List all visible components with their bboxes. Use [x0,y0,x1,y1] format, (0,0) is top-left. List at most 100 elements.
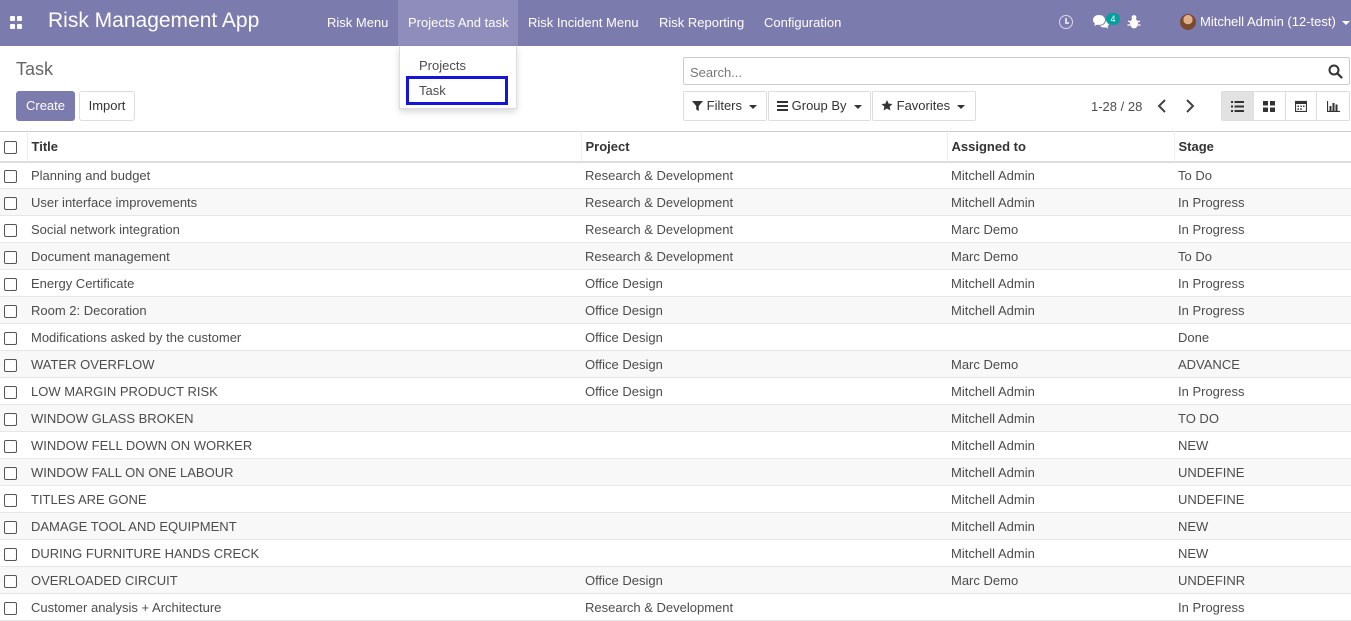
cell-title[interactable]: OVERLOADED CIRCUIT [27,566,581,594]
cell-stage[interactable]: To Do [1174,161,1351,189]
cell-title[interactable]: WATER OVERFLOW [27,350,581,378]
cell-title[interactable]: Planning and budget [27,161,581,189]
row-select-cell[interactable] [0,296,27,324]
user-caret-icon[interactable] [1342,21,1350,25]
cell-stage[interactable]: In Progress [1174,377,1351,405]
cell-project[interactable]: Research & Development [581,161,947,189]
cell-title[interactable]: Customer analysis + Architecture [27,593,581,621]
row-select-cell[interactable] [0,431,27,459]
table-row[interactable]: WINDOW FELL DOWN ON WORKER Mitchell Admin… [0,431,1351,459]
table-row[interactable]: Energy Certificate Office Design Mitchell … [0,269,1351,297]
cell-project[interactable]: Office Design [581,350,947,378]
cell-project[interactable] [581,512,947,540]
row-select-cell[interactable] [0,593,27,621]
cell-stage[interactable]: UNDEFINE [1174,485,1351,513]
cell-title[interactable]: User interface improvements [27,188,581,216]
cell-title[interactable]: Modifications asked by the customer [27,323,581,351]
apps-menu-icon[interactable] [10,16,23,29]
cell-title[interactable]: Document management [27,242,581,270]
menu-risk-menu[interactable]: Risk Menu [317,0,398,46]
cell-title[interactable]: DURING FURNITURE HANDS CRECK [27,539,581,567]
pager-next-icon[interactable] [1185,99,1195,113]
cell-title[interactable]: Social network integration [27,215,581,243]
row-checkbox[interactable] [4,223,17,237]
cell-assigned-to[interactable] [947,593,1174,621]
table-row[interactable]: Room 2: Decoration Office Design Mitchell … [0,296,1351,324]
cell-stage[interactable]: TO DO [1174,404,1351,432]
cell-assigned-to[interactable]: Marc Demo [947,242,1174,270]
cell-stage[interactable]: In Progress [1174,593,1351,621]
row-checkbox[interactable] [4,601,17,615]
list-view-button[interactable] [1222,92,1254,120]
cell-stage[interactable]: NEW [1174,539,1351,567]
column-header-stage[interactable]: Stage [1174,131,1351,163]
cell-assigned-to[interactable]: Marc Demo [947,215,1174,243]
row-checkbox[interactable] [4,439,17,453]
cell-project[interactable]: Research & Development [581,215,947,243]
cell-assigned-to[interactable]: Mitchell Admin [947,296,1174,324]
cell-stage[interactable]: In Progress [1174,215,1351,243]
row-select-cell[interactable] [0,269,27,297]
table-row[interactable]: Customer analysis + Architecture Research… [0,593,1351,621]
table-row[interactable]: WINDOW GLASS BROKEN Mitchell Admin TO DO [0,404,1351,432]
row-checkbox[interactable] [4,169,17,183]
cell-stage[interactable]: Done [1174,323,1351,351]
cell-stage[interactable]: UNDEFINE [1174,458,1351,486]
debug-bug-icon[interactable] [1127,14,1141,30]
row-checkbox[interactable] [4,520,17,534]
row-select-cell[interactable] [0,458,27,486]
cell-title[interactable]: LOW MARGIN PRODUCT RISK [27,377,581,405]
row-checkbox[interactable] [4,493,17,507]
row-checkbox[interactable] [4,277,17,291]
search-icon[interactable] [1328,64,1343,79]
select-all-cell[interactable] [0,131,28,163]
row-select-cell[interactable] [0,404,27,432]
row-checkbox[interactable] [4,196,17,210]
row-checkbox[interactable] [4,358,17,372]
cell-project[interactable]: Research & Development [581,593,947,621]
cell-stage[interactable]: NEW [1174,431,1351,459]
select-all-checkbox[interactable] [4,140,17,154]
graph-view-button[interactable] [1317,92,1349,120]
row-checkbox[interactable] [4,466,17,480]
table-row[interactable]: Modifications asked by the customer Offic… [0,323,1351,351]
row-select-cell[interactable] [0,323,27,351]
row-select-cell[interactable] [0,242,27,270]
cell-assigned-to[interactable]: Mitchell Admin [947,512,1174,540]
cell-assigned-to[interactable]: Marc Demo [947,350,1174,378]
row-select-cell[interactable] [0,566,27,594]
cell-stage[interactable]: In Progress [1174,296,1351,324]
table-row[interactable]: WINDOW FALL ON ONE LABOUR Mitchell Admin U… [0,458,1351,486]
cell-assigned-to[interactable]: Mitchell Admin [947,188,1174,216]
cell-title[interactable]: Energy Certificate [27,269,581,297]
activity-clock-icon[interactable] [1059,15,1073,29]
row-checkbox[interactable] [4,304,17,318]
cell-assigned-to[interactable]: Marc Demo [947,566,1174,594]
favorites-button[interactable]: Favorites [872,91,976,121]
menu-projects-and-task[interactable]: Projects And task [398,0,519,46]
cell-title[interactable]: Room 2: Decoration [27,296,581,324]
table-row[interactable]: LOW MARGIN PRODUCT RISK Office Design Mitc… [0,377,1351,405]
cell-title[interactable]: WINDOW GLASS BROKEN [27,404,581,432]
cell-title[interactable]: WINDOW FALL ON ONE LABOUR [27,458,581,486]
cell-project[interactable] [581,539,947,567]
cell-assigned-to[interactable]: Mitchell Admin [947,431,1174,459]
table-row[interactable]: DAMAGE TOOL AND EQUIPMENT Mitchell Admin N… [0,512,1351,540]
row-checkbox[interactable] [4,547,17,561]
row-select-cell[interactable] [0,188,27,216]
cell-stage[interactable]: To Do [1174,242,1351,270]
cell-title[interactable]: DAMAGE TOOL AND EQUIPMENT [27,512,581,540]
cell-project[interactable]: Office Design [581,323,947,351]
cell-stage[interactable]: In Progress [1174,188,1351,216]
search-input[interactable] [690,63,1320,81]
cell-project[interactable] [581,458,947,486]
cell-project[interactable]: Office Design [581,377,947,405]
cell-project[interactable] [581,431,947,459]
cell-project[interactable]: Office Design [581,566,947,594]
cell-stage[interactable]: ADVANCE [1174,350,1351,378]
kanban-view-button[interactable] [1254,92,1286,120]
cell-stage[interactable]: In Progress [1174,269,1351,297]
filters-button[interactable]: Filters [683,91,767,121]
row-select-cell[interactable] [0,539,27,567]
column-header-title[interactable]: Title [27,131,582,163]
